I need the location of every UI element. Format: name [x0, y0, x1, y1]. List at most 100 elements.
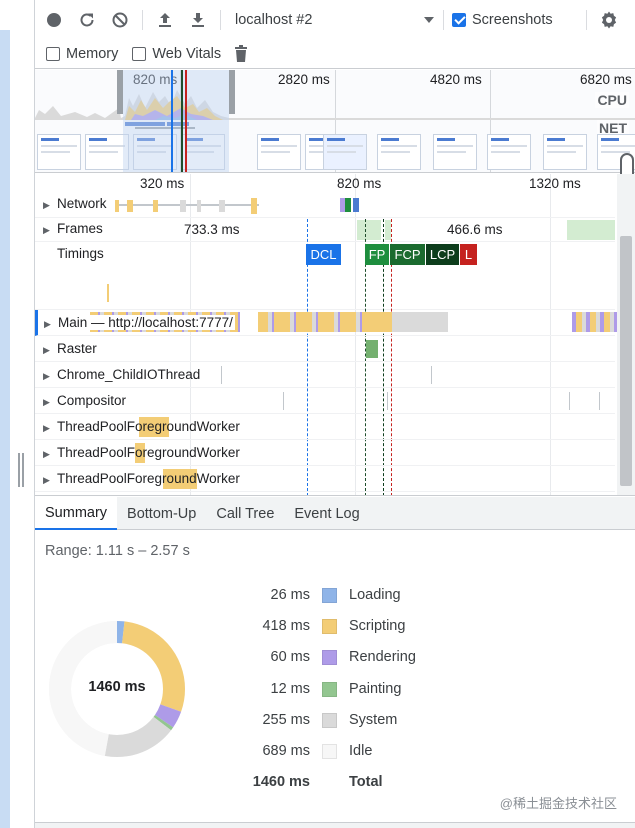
toolbar-separator [142, 10, 143, 30]
track-childio[interactable]: ▶ Chrome_ChildIOThread [35, 362, 615, 388]
screenshot-thumbnail [543, 134, 587, 170]
overview-tick: 4820 ms [430, 72, 482, 87]
tab-bottom-up[interactable]: Bottom-Up [117, 497, 206, 530]
tab-event-log[interactable]: Event Log [284, 497, 369, 530]
tab-call-tree[interactable]: Call Tree [206, 497, 284, 530]
legend-row-total: 1460 ms Total [215, 772, 383, 792]
overview-left-handle[interactable] [117, 70, 123, 114]
screenshots-check-icon[interactable] [452, 13, 466, 27]
toolbar-separator [443, 10, 444, 30]
track-network-label[interactable]: ▶ Network [43, 196, 107, 211]
webvitals-checkbox[interactable] [132, 47, 147, 61]
track-frames-label[interactable]: ▶ Frames [43, 221, 103, 236]
track-threadpool-label[interactable]: ▶ ThreadPoolForegroundWorker [43, 471, 240, 486]
track-name: ThreadPoolForegroundWorker [57, 471, 240, 486]
track-threadpool[interactable]: ▶ ThreadPoolForegroundWorker [35, 466, 615, 492]
track-network[interactable]: ▶ Network [35, 194, 615, 218]
painting-swatch [322, 681, 337, 697]
dropdown-arrow-icon [424, 17, 434, 23]
summary-pane: Range: 1.11 s – 2.57 s 1460 ms 26 ms Loa… [35, 531, 635, 828]
expand-triangle-icon[interactable]: ▶ [43, 225, 51, 236]
tab-summary[interactable]: Summary [35, 497, 118, 530]
performance-toolbar: localhost #2 Screenshots [35, 0, 635, 40]
track-compositor-label[interactable]: ▶ Compositor [43, 393, 126, 408]
expand-triangle-icon[interactable]: ▶ [43, 371, 51, 382]
loading-swatch [322, 587, 337, 603]
upload-icon [159, 13, 171, 27]
timeline-overview[interactable]: 820 ms 2820 ms 4820 ms 6820 ms CPU NET [35, 70, 635, 173]
memory-checkbox[interactable] [46, 47, 60, 61]
dcl-marker[interactable]: DCL [306, 244, 341, 265]
overview-marker-line [185, 70, 187, 172]
track-raster[interactable]: ▶ Raster [35, 336, 615, 362]
track-timings-label[interactable]: ▶Timings [43, 246, 104, 261]
screenshot-thumbnail [433, 134, 477, 170]
capture-settings-button[interactable] [595, 6, 623, 34]
fp-marker[interactable]: FP [365, 244, 389, 265]
toolbar-separator [585, 10, 587, 30]
bottom-border [35, 822, 635, 828]
track-main[interactable]: ▶ Main — http://localhost:7777/ [35, 310, 618, 336]
expand-triangle-icon[interactable]: ▶ [43, 345, 51, 356]
screenshot-thumbnail [323, 134, 367, 170]
save-profile-button[interactable] [184, 6, 212, 34]
track-raster-label[interactable]: ▶ Raster [43, 341, 97, 356]
legend-name: System [349, 712, 398, 728]
load-profile-button[interactable] [151, 6, 179, 34]
track-name: Network [57, 196, 107, 211]
target-select[interactable]: localhost #2 [229, 8, 435, 32]
lcp-marker[interactable]: LCP [426, 244, 459, 265]
ruler-tick: 320 ms [140, 176, 185, 191]
overview-tick: 6820 ms [580, 72, 632, 87]
legend-name: Loading [349, 587, 401, 603]
flame-chart[interactable]: 320 ms 820 ms 1320 ms ▶ Network ▶ Frames 7… [35, 174, 635, 496]
overview-selection-window[interactable] [123, 70, 229, 172]
track-compositor[interactable]: ▶ Compositor [35, 388, 615, 414]
expand-triangle-icon[interactable]: ▶ [44, 319, 52, 330]
track-main-label[interactable]: ▶ Main — http://localhost:7777/ [44, 315, 235, 330]
expand-triangle-icon[interactable]: ▶ [43, 423, 51, 434]
timeline-ruler: 320 ms 820 ms 1320 ms [35, 174, 615, 194]
track-threadpool-label[interactable]: ▶ ThreadPoolForegroundWorker [43, 419, 240, 434]
total-value: 1460 ms [252, 774, 310, 790]
reload-record-button[interactable] [73, 6, 101, 34]
screenshot-thumbnail [37, 134, 81, 170]
screenshots-checkbox[interactable]: Screenshots [452, 12, 553, 28]
sidebar-highlight [0, 30, 10, 828]
track-threadpool-label[interactable]: ▶ ThreadPoolForegroundWorker [43, 445, 240, 460]
legend-value: 418 ms [262, 618, 310, 634]
clear-button[interactable] [106, 6, 134, 34]
legend-name: Scripting [349, 618, 406, 634]
expand-triangle-icon[interactable]: ▶ [43, 397, 51, 408]
l-marker[interactable]: L [460, 244, 477, 265]
screenshot-thumbnail [487, 134, 531, 170]
collect-garbage-button[interactable] [227, 40, 255, 68]
record-button[interactable] [40, 6, 68, 34]
idle-swatch [322, 743, 337, 759]
track-childio-label[interactable]: ▶ Chrome_ChildIOThread [43, 367, 200, 382]
clear-icon [112, 12, 128, 28]
overview-right-handle[interactable] [229, 70, 235, 114]
track-threadpool[interactable]: ▶ ThreadPoolForegroundWorker [35, 440, 615, 466]
watermark: @稀土掘金技术社区 [499, 796, 617, 811]
donut-total-label: 1460 ms [88, 679, 146, 695]
rendering-swatch [322, 649, 337, 665]
target-select-value: localhost #2 [235, 12, 313, 28]
resize-handle-icon[interactable] [18, 453, 24, 487]
overview-marker-line [181, 70, 183, 172]
fcp-marker[interactable]: FCP [390, 244, 425, 265]
track-frames[interactable]: ▶ Frames 733.3 ms 466.6 ms [35, 218, 615, 242]
expand-triangle-icon[interactable]: ▶ [43, 449, 51, 460]
flame-scrollbar[interactable] [617, 174, 635, 495]
timing-tick [107, 284, 109, 302]
track-threadpool[interactable]: ▶ ThreadPoolForegroundWorker [35, 414, 615, 440]
memory-label: Memory [66, 46, 119, 62]
flame-scrollbar-thumb[interactable] [620, 236, 632, 486]
track-name: Main — http://localhost:7777/ [58, 315, 233, 330]
range-text: Range: 1.11 s – 2.57 s [45, 543, 190, 559]
expand-triangle-icon[interactable]: ▶ [43, 200, 51, 211]
expand-triangle-icon[interactable]: ▶ [43, 475, 51, 486]
track-name: ThreadPoolForegroundWorker [57, 419, 240, 434]
track-name: Raster [57, 341, 97, 356]
sidebar-strip [0, 0, 35, 828]
